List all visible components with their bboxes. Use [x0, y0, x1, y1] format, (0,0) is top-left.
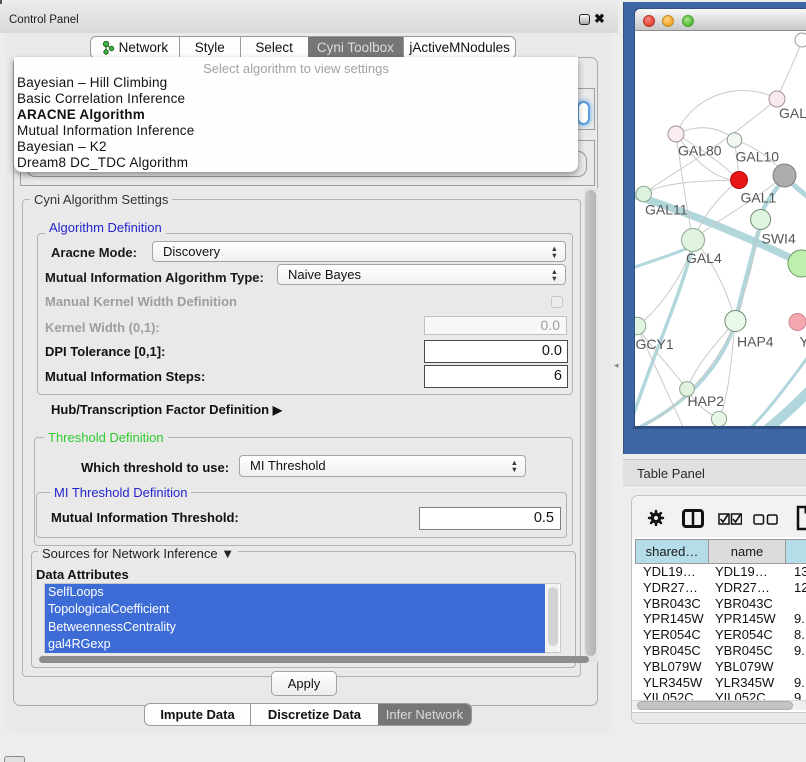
svg-text:GCY1: GCY1: [636, 336, 674, 352]
svg-text:SWI4: SWI4: [762, 231, 796, 247]
svg-text:HAP2: HAP2: [688, 393, 725, 409]
svg-text:Y: Y: [800, 334, 806, 350]
svg-text:GAL10: GAL10: [736, 149, 780, 165]
svg-text:GAL80: GAL80: [678, 143, 722, 159]
svg-text:GAL4: GAL4: [686, 250, 722, 266]
svg-text:HAP4: HAP4: [737, 334, 774, 350]
svg-text:GAL: GAL: [779, 105, 806, 121]
svg-text:GAL1: GAL1: [741, 190, 777, 206]
svg-text:GAL11: GAL11: [645, 202, 688, 218]
